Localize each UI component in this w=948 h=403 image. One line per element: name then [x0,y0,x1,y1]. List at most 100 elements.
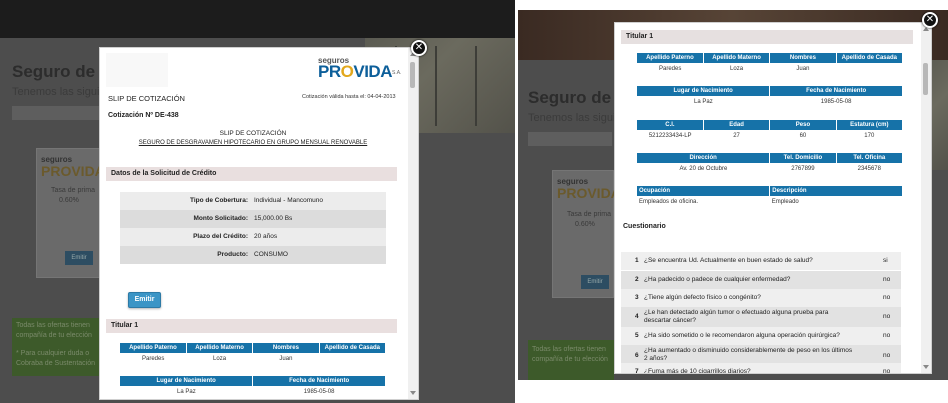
credit-field-value: Individual - Mancomuno [254,197,324,204]
table-header-cell: Descripción [769,186,903,196]
occupation-table: Ocupación Descripción Empleados de oficina… [637,186,903,207]
scroll-down-arrow-icon[interactable] [923,365,929,369]
background-card-rate-label: Tasa de prima [567,211,611,218]
background-notice-line: Todas las ofertas tienen [16,322,90,329]
table-header-cell: Ocupación [637,186,771,196]
credit-field-label: Producto: [217,251,248,258]
scroll-down-arrow-icon[interactable] [410,391,416,395]
credit-field-row: Monto Solicitado: 15,000.00 Bs [120,210,386,228]
background-notice-line: * Para cualquier duda o [16,350,90,357]
question-text: ¿Tiene algún defecto físico o congénito? [644,294,761,301]
question-answer: no [883,313,891,320]
section-titular: Titular 1 [106,319,397,333]
table-header-cell: Apellido Materno [703,53,771,63]
credit-field-label: Monto Solicitado: [193,215,248,222]
question-number: 2 [635,276,639,283]
table-header-cell: Peso [769,120,837,130]
background-header [0,0,515,38]
right-screenshot: Seguro de D Tenemos las siguientes segur… [518,10,948,380]
table-row: Empleados de oficina. Empleado [637,196,903,207]
background-page-title: Seguro de D [12,62,113,81]
modal-scrollbar[interactable] [921,23,931,373]
emit-button[interactable]: Emitir [128,292,161,308]
brand-logo-part: VIDA [353,62,392,81]
table-header-cell: Tel. Domicilio [769,153,837,163]
credit-field-label: Plazo del Crédito: [193,233,248,240]
question-answer: si [883,257,888,264]
quote-validity: Cotización válida hasta el: 04-04-2013 [302,94,396,100]
background-card-emit-button[interactable]: Emitir [65,251,93,265]
table-header-cell: Nombres [769,53,837,63]
company-logo-placeholder [106,53,168,87]
question-answer: no [883,276,891,283]
table-header-cell: Apellido Paterno [120,343,187,353]
section-credit-data: Datos de la Solicitud de Crédito [106,167,397,181]
table-header-cell: Apellido Paterno [637,53,704,63]
applicant-detail-modal: Titular 1 Apellido Paterno Apellido Mater… [614,22,932,374]
modal-scrollbar[interactable] [408,48,418,399]
table-row: Paredes Loza Juan [637,63,903,74]
table-cell: 1985-05-08 [303,388,335,395]
question-answer: no [883,368,891,374]
slip-center-subtitle: SEGURO DE DESGRAVAMEN HIPOTECARIO EN GRU… [138,140,368,146]
background-notice-line: Cobraba de Sustentación [16,360,95,367]
section-titular: Titular 1 [621,30,913,44]
close-icon[interactable]: ✕ [411,40,427,56]
table-header-cell: C.I. [637,120,704,130]
table-row: 5212233434-LP 27 60 170 [637,130,903,141]
table-header-row: C.I. Edad Peso Estatura (cm) [637,120,904,130]
table-cell [836,63,902,74]
slip-title: SLIP DE COTIZACIÓN [108,94,185,103]
table-header-cell: Lugar de Nacimiento [120,376,254,386]
table-header-cell: Lugar de Nacimiento [637,86,771,96]
scroll-thumb[interactable] [410,62,415,88]
question-text: ¿Ha padecido o padece de cualquier enfer… [644,276,791,283]
table-row: La Paz 1985-05-08 [637,96,903,107]
question-text: ¿Fuma más de 10 cigarrillos diarios? [644,368,751,374]
question-number: 7 [635,368,639,374]
table-cell: Empleados de oficina. [639,198,699,205]
id-table: C.I. Edad Peso Estatura (cm) 5212233434-LP 27… [637,120,904,141]
question-text: ¿Ha sido sometido o le recomendaron algu… [644,332,840,339]
table-header-cell: Tel. Oficina [836,153,904,163]
left-screenshot: Seguro de D Tenemos las siguientes segur… [0,0,515,403]
table-cell: 170 [864,132,875,139]
table-cell: 5212233434-LP [648,132,692,139]
table-cell: 2767899 [791,165,815,172]
question-number: 5 [635,332,639,339]
background-notice-line: compañía de tu elección [16,332,92,339]
table-cell: 2345678 [857,165,881,172]
table-header-row: Apellido Paterno Apellido Materno Nombres A… [120,343,387,353]
table-cell: Juan [796,65,810,72]
brand-logo-part: PR [318,62,341,81]
close-icon[interactable]: ✕ [922,12,938,28]
background-notice-line: compañía de tu elección [532,356,608,363]
table-cell: 27 [733,132,740,139]
questionnaire-title: Cuestionario [623,223,666,230]
table-header-cell: Apellido Materno [186,343,254,353]
table-cell: Juan [279,355,293,362]
table-header-cell: Edad [703,120,771,130]
table-cell: Paredes [659,65,682,72]
table-cell [319,353,385,364]
question-number: 4 [635,313,639,320]
question-text: ¿Ha aumentado o disminuido considerablem… [644,347,853,362]
brand-logo: PROVIDA [318,62,392,82]
table-header-cell: Dirección [637,153,771,163]
question-row: 7 ¿Fuma más de 10 cigarrillos diarios? no [621,363,901,374]
background-notice-box: Todas las ofertas tienen compañía de tu … [12,318,100,376]
background-card-rate: 0.60% [575,221,595,228]
table-header-cell: Fecha de Nacimiento [769,86,903,96]
background-card-logo: PROVIDA [41,163,105,179]
table-header-row: Ocupación Descripción [637,186,903,196]
credit-field-value: CONSUMO [254,251,288,258]
names-table: Apellido Paterno Apellido Materno Nombres A… [637,53,904,74]
question-number: 6 [635,352,639,359]
question-answer: no [883,332,891,339]
scroll-thumb[interactable] [923,63,928,95]
table-cell: Loza [730,65,744,72]
table-header-row: Lugar de Nacimiento Fecha de Nacimiento [637,86,903,96]
background-card-emit-button[interactable]: Emitir [581,275,609,289]
birth-table: Lugar de Nacimiento Fecha de Nacimiento La… [637,86,903,107]
question-text: ¿Le han detectado algún tumor o efectuad… [644,309,829,324]
